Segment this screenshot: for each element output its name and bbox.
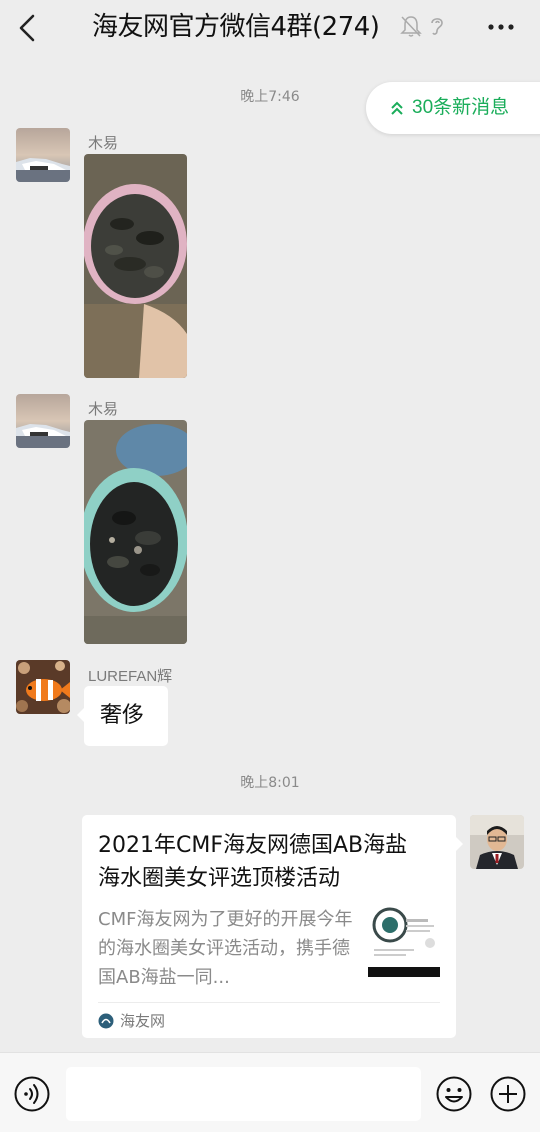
link-card-thumbnail	[368, 905, 440, 977]
emoji-icon[interactable]	[436, 1076, 472, 1112]
sender-name: 木易	[88, 401, 119, 418]
earpiece-mode-icon	[431, 18, 443, 35]
chat-input-bar	[0, 1052, 540, 1132]
clownfish-avatar[interactable]	[16, 660, 70, 714]
sender-name: 木易	[88, 135, 119, 152]
link-card-divider	[98, 1002, 440, 1003]
voice-icon[interactable]	[14, 1076, 50, 1112]
sender-name: LUREFAN辉	[88, 668, 173, 685]
message-text: 奢侈	[100, 703, 145, 728]
mute-bell-icon	[400, 16, 422, 37]
man-in-suit-avatar[interactable]	[470, 815, 524, 869]
car-photo-avatar[interactable]	[16, 128, 70, 182]
back-arrow-icon[interactable]	[10, 10, 46, 46]
new-messages-label: 30条新消息	[412, 97, 510, 118]
plus-icon[interactable]	[490, 1076, 526, 1112]
chat-header: 海友网官方微信4群(274)	[0, 0, 540, 56]
message-input[interactable]	[66, 1067, 421, 1121]
chat-title: 海友网官方微信4群(274)	[92, 12, 380, 42]
link-card-description: CMF海友网为了更好的开展今年的海水圈美女评选活动，携手德国AB海盐一同...	[98, 909, 353, 988]
link-card-message[interactable]: 2021年CMF海友网德国AB海盐海水圈美女评选顶楼活动 CMF海友网为了更好的…	[82, 815, 463, 1038]
haiyou-logo-icon	[98, 1013, 114, 1029]
link-card-title: 2021年CMF海友网德国AB海盐海水圈美女评选顶楼活动	[98, 833, 408, 891]
image-message[interactable]	[84, 420, 187, 644]
new-messages-button[interactable]: 30条新消息	[366, 82, 540, 134]
more-options-icon[interactable]	[486, 14, 516, 40]
image-message[interactable]	[84, 154, 187, 378]
double-chevron-up-icon	[391, 101, 403, 115]
text-message-bubble[interactable]: 奢侈	[77, 686, 168, 746]
message-timestamp: 晚上8:01	[240, 775, 300, 791]
car-photo-avatar[interactable]	[16, 394, 70, 448]
link-card-source: 海友网	[120, 1012, 166, 1030]
